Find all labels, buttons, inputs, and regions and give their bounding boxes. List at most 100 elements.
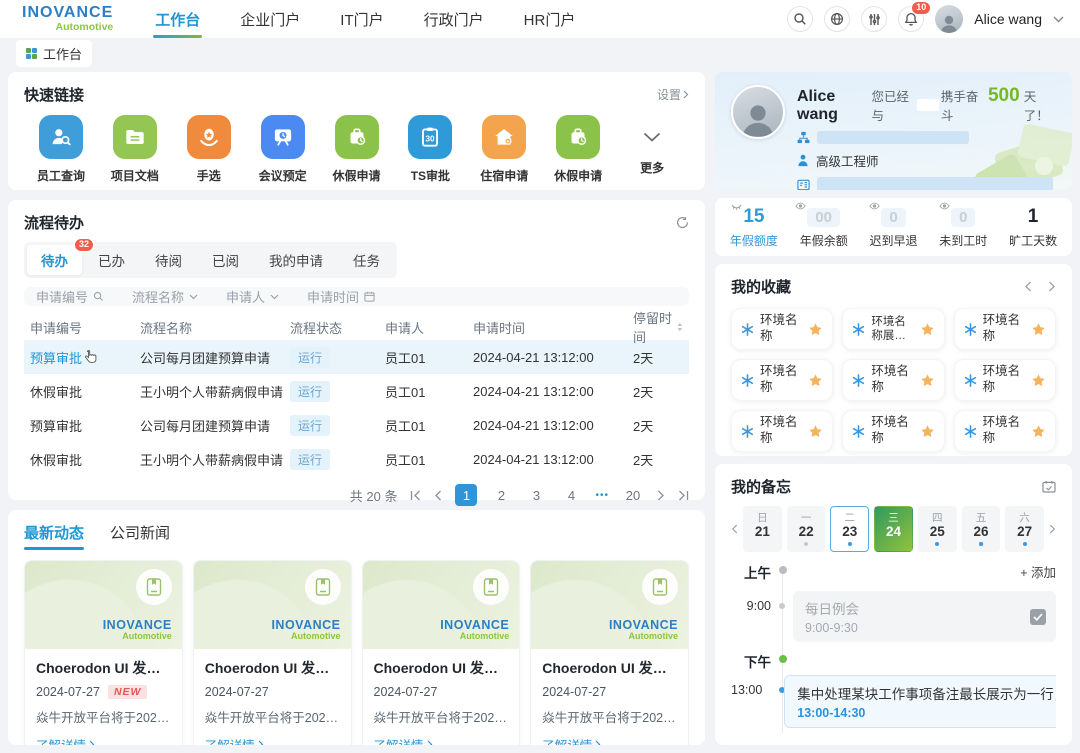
- next-page-icon[interactable]: [657, 490, 665, 501]
- news-detail-link[interactable]: 了解详情: [374, 735, 509, 745]
- todo-tab-toread[interactable]: 待阅: [141, 245, 196, 275]
- day-cell-sat[interactable]: 六 27: [1005, 506, 1045, 552]
- news-card[interactable]: INOVANCE Automotive Choerodon UI 发布1.5.4…: [530, 560, 689, 745]
- table-row[interactable]: 休假审批 王小明个人带薪病假申请 运行 员工01 2024-04-21 13:1…: [24, 442, 689, 476]
- favorite-item[interactable]: 环境名称: [731, 410, 834, 452]
- favorite-label: 环境名称展示最长字段十...: [871, 315, 906, 342]
- todo-tab-read[interactable]: 已阅: [198, 245, 253, 275]
- week-prev-icon[interactable]: [731, 524, 738, 534]
- favorite-item[interactable]: 环境名称: [953, 410, 1056, 452]
- star-icon[interactable]: [920, 424, 935, 439]
- notifications-bell-icon[interactable]: 10: [898, 1, 932, 32]
- favorite-item[interactable]: 环境名称展示最长字段十...: [842, 308, 945, 350]
- todo-tab-my-requests[interactable]: 我的申请: [255, 245, 337, 275]
- table-row[interactable]: 休假审批 王小明个人带薪病假申请 运行 员工01 2024-04-21 13:1…: [24, 374, 689, 408]
- filter-apply-time[interactable]: 申请时间: [307, 287, 375, 306]
- filter-request-no[interactable]: 申请编号: [36, 287, 104, 306]
- favorite-item[interactable]: 环境名称: [842, 410, 945, 452]
- page-last[interactable]: 20: [622, 484, 644, 506]
- favorite-item[interactable]: 环境名称: [731, 308, 834, 350]
- page-3[interactable]: 3: [525, 484, 547, 506]
- news-card[interactable]: INOVANCE Automotive Choerodon UI 发布1.5.4…: [361, 560, 521, 745]
- news-detail-link[interactable]: 了解详情: [36, 735, 171, 745]
- eye-icon[interactable]: [869, 202, 880, 210]
- filter-applicant[interactable]: 申请人: [226, 287, 279, 306]
- star-icon[interactable]: [808, 322, 823, 337]
- news-detail-link[interactable]: 了解详情: [205, 735, 340, 745]
- news-card[interactable]: INOVANCE Automotive Choerodon UI 发布1.5.4…: [192, 560, 352, 745]
- quick-link-meeting-booking[interactable]: 会议预定: [246, 115, 320, 184]
- nav-tab-it-portal[interactable]: IT门户: [340, 0, 383, 38]
- table-row[interactable]: 预算审批 公司每月团建预算申请 运行 员工01 2024-04-21 13:12…: [24, 340, 689, 374]
- col-header-sortable[interactable]: 停留时间: [633, 308, 683, 346]
- day-cell-tue-selected[interactable]: 二 23: [830, 506, 870, 552]
- day-cell-thu[interactable]: 四 25: [917, 506, 957, 552]
- quick-link-leave-request[interactable]: 休假申请: [320, 115, 394, 184]
- nav-tab-admin-portal[interactable]: 行政门户: [424, 0, 484, 38]
- star-icon[interactable]: [808, 373, 823, 388]
- page-2[interactable]: 2: [490, 484, 512, 506]
- quick-link-employee-search[interactable]: 员工查询: [24, 115, 98, 184]
- favorite-item[interactable]: 环境名称: [953, 308, 1056, 350]
- prev-page-icon[interactable]: [434, 490, 442, 501]
- user-name[interactable]: Alice wang: [974, 11, 1042, 27]
- nav-tab-enterprise-portal[interactable]: 企业门户: [240, 0, 300, 38]
- eye-off-icon[interactable]: [731, 202, 742, 211]
- star-icon[interactable]: [1031, 373, 1046, 388]
- language-globe-icon[interactable]: [824, 6, 851, 32]
- apps-sliders-icon[interactable]: [861, 6, 888, 32]
- eye-icon[interactable]: [795, 202, 806, 210]
- last-page-icon[interactable]: [678, 490, 689, 501]
- todo-tab-done[interactable]: 已办: [84, 245, 139, 275]
- refresh-icon[interactable]: [676, 216, 689, 229]
- next-arrow-icon[interactable]: [1048, 281, 1056, 292]
- chevron-down-icon[interactable]: [1053, 16, 1064, 23]
- quick-link-ts-approval[interactable]: 30 TS审批: [393, 115, 467, 184]
- page-ellipsis[interactable]: •••: [595, 490, 609, 501]
- favorite-item[interactable]: 环境名称: [731, 359, 834, 401]
- day-cell-wed-today[interactable]: 三 24: [874, 506, 913, 552]
- day-cell-mon[interactable]: 一 22: [786, 506, 826, 552]
- memo-event-card[interactable]: 集中处理某块工作事项备注最长展示为一行，超长... 13:00-14:30: [784, 675, 1056, 728]
- quick-links-more-button[interactable]: 更多: [615, 115, 689, 184]
- quick-link-leave-request-2[interactable]: 休假申请: [541, 115, 615, 184]
- quick-link-project-docs[interactable]: 项目文档: [98, 115, 172, 184]
- todo-tab-tasks[interactable]: 任务: [339, 245, 394, 275]
- breadcrumb[interactable]: 工作台: [16, 39, 93, 67]
- cell: 王小明个人带薪病假申请: [140, 452, 284, 468]
- news-detail-link[interactable]: 了解详情: [542, 735, 677, 745]
- week-next-icon[interactable]: [1049, 524, 1056, 534]
- quick-links-settings-button[interactable]: 设置: [657, 86, 689, 103]
- news-card[interactable]: INOVANCE Automotive Choerodon UI 发布1.5.4…: [24, 560, 183, 745]
- checkbox-checked[interactable]: [1030, 608, 1046, 625]
- favorite-item[interactable]: 环境名称: [953, 359, 1056, 401]
- star-icon[interactable]: [1031, 424, 1046, 439]
- calendar-icon[interactable]: [1042, 480, 1056, 493]
- eye-icon[interactable]: [939, 202, 950, 210]
- nav-tab-workbench[interactable]: 工作台: [153, 0, 203, 38]
- news-tab-latest[interactable]: 最新动态: [24, 522, 85, 550]
- star-icon[interactable]: [920, 322, 935, 337]
- user-avatar[interactable]: [935, 5, 964, 33]
- nav-tab-hr-portal[interactable]: HR门户: [524, 0, 576, 38]
- star-icon[interactable]: [808, 424, 823, 439]
- request-no-link[interactable]: 预算审批: [30, 348, 140, 367]
- page-1[interactable]: 1: [455, 484, 478, 506]
- star-icon[interactable]: [920, 373, 935, 388]
- day-cell-sun[interactable]: 日 21: [743, 506, 782, 552]
- filter-flow-name[interactable]: 流程名称: [132, 287, 198, 306]
- quick-link-hand-pick[interactable]: 手选: [172, 115, 246, 184]
- search-icon[interactable]: [787, 6, 814, 32]
- profile-avatar[interactable]: [731, 85, 785, 139]
- memo-event-card-done[interactable]: 每日例会 9:00-9:30: [793, 591, 1056, 642]
- page-4[interactable]: 4: [560, 484, 582, 506]
- favorite-item[interactable]: 环境名称: [842, 359, 945, 401]
- day-cell-fri[interactable]: 五 26: [961, 506, 1001, 552]
- first-page-icon[interactable]: [410, 490, 421, 501]
- todo-tab-pending[interactable]: 待办 32: [27, 238, 94, 275]
- prev-arrow-icon[interactable]: [1024, 281, 1032, 292]
- news-tab-company[interactable]: 公司新闻: [110, 522, 170, 550]
- table-row[interactable]: 预算审批 公司每月团建预算申请 运行 员工01 2024-04-21 13:12…: [24, 408, 689, 442]
- quick-link-accommodation[interactable]: 住宿申请: [467, 115, 541, 184]
- star-icon[interactable]: [1031, 322, 1046, 337]
